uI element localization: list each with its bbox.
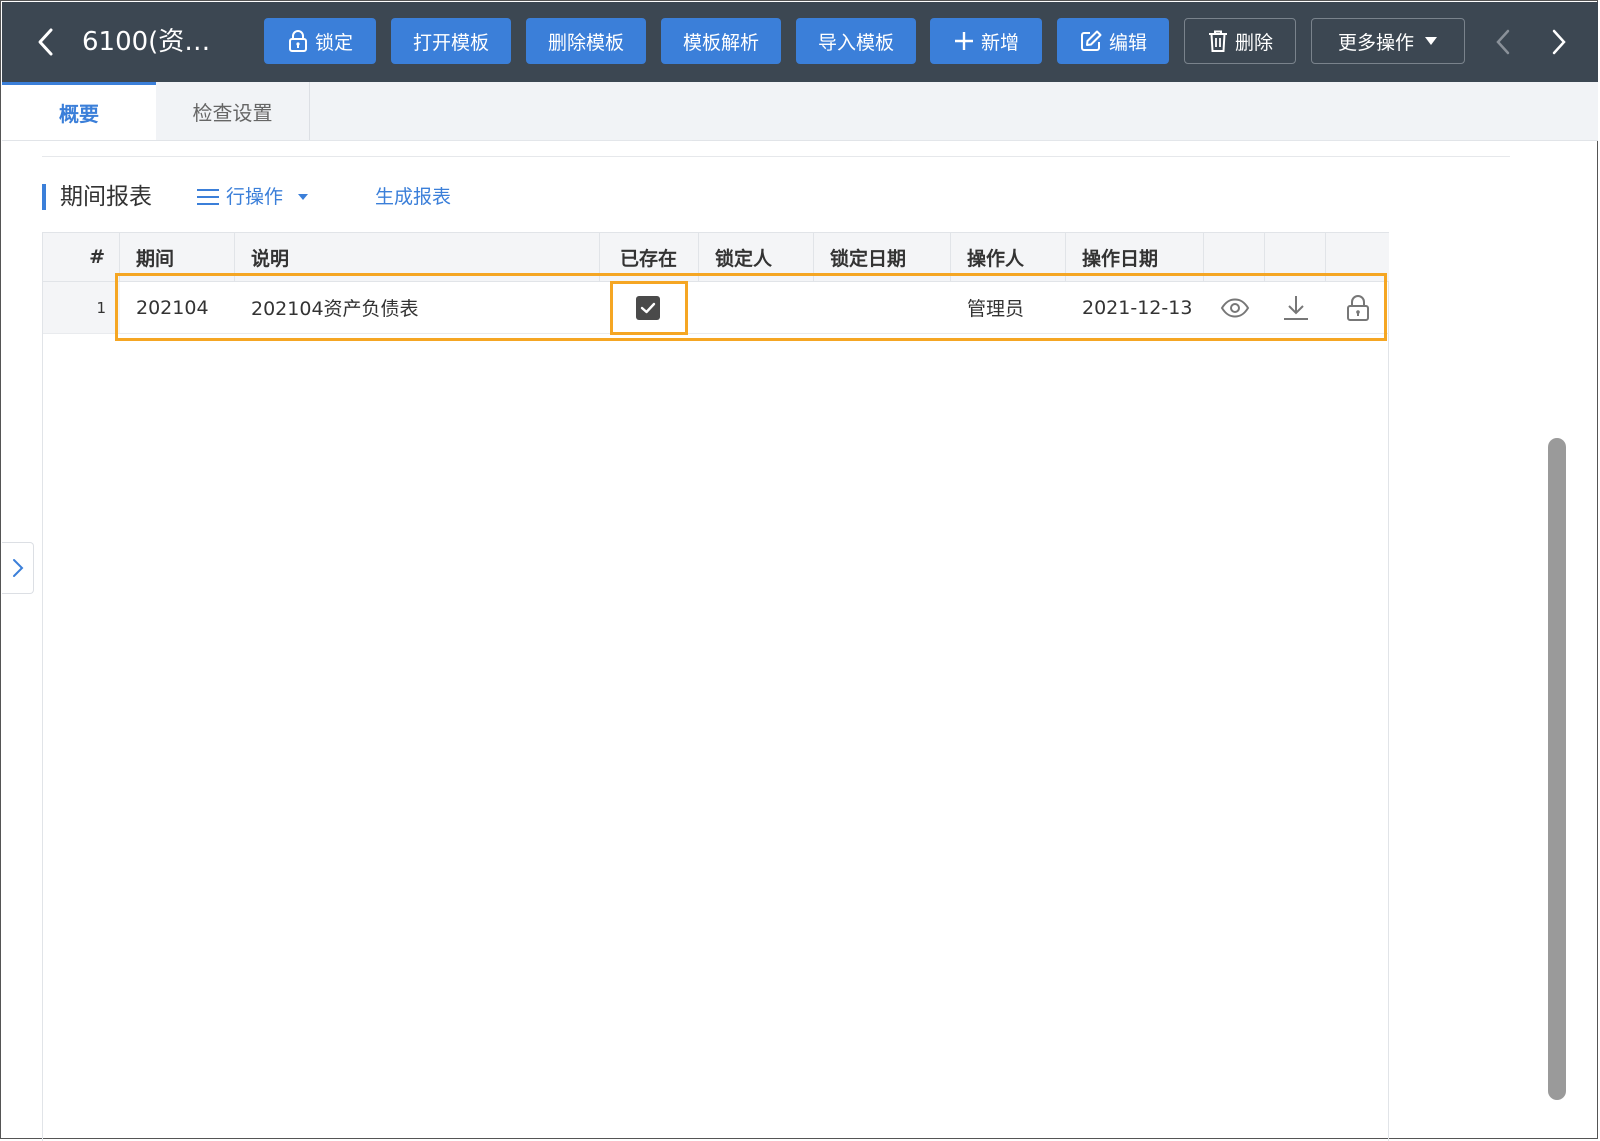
row-operations-dropdown[interactable]: 行操作 bbox=[196, 182, 309, 212]
col-header-period[interactable]: 期间 bbox=[120, 233, 235, 281]
checkmark-icon bbox=[640, 302, 656, 313]
trash-icon bbox=[1208, 30, 1227, 52]
prev-nav-button[interactable] bbox=[1488, 24, 1518, 60]
lock-button-label: 锁定 bbox=[314, 31, 353, 54]
tab-check-settings-label: 检查设置 bbox=[192, 100, 273, 125]
cell-lock-date bbox=[814, 282, 951, 333]
chevron-right-icon bbox=[12, 559, 23, 577]
tab-bar: 概要 检查设置 bbox=[2, 82, 1598, 141]
col-header-lock-user[interactable]: 锁定人 bbox=[699, 233, 814, 281]
cell-period: 202104 bbox=[136, 296, 209, 319]
menu-icon bbox=[197, 189, 219, 205]
cell-op-date: 2021-12-13 bbox=[1082, 296, 1193, 319]
more-actions-label: 更多操作 bbox=[1337, 31, 1414, 54]
section-title: 期间报表 bbox=[60, 184, 152, 210]
divider bbox=[42, 156, 1510, 157]
delete-template-label: 删除模板 bbox=[547, 31, 624, 54]
col-header-exists[interactable]: 已存在 bbox=[600, 233, 699, 281]
add-button-label: 新增 bbox=[980, 31, 1019, 54]
generate-report-link[interactable]: 生成报表 bbox=[375, 182, 451, 212]
document-title: 6100(资… bbox=[82, 27, 211, 57]
edit-button[interactable]: 编辑 bbox=[1057, 18, 1169, 64]
import-template-button[interactable]: 导入模板 bbox=[796, 18, 916, 64]
view-action[interactable] bbox=[1204, 282, 1265, 333]
tab-overview[interactable]: 概要 bbox=[2, 82, 156, 140]
back-button[interactable] bbox=[28, 24, 64, 60]
parse-template-button[interactable]: 模板解析 bbox=[661, 18, 781, 64]
plus-icon bbox=[954, 32, 973, 50]
divider bbox=[892, 140, 1390, 141]
divider bbox=[300, 140, 692, 141]
period-report-table: # 期间 说明 已存在 锁定人 锁定日期 操作人 操作日期 1 202104 2… bbox=[42, 232, 1389, 1141]
cell-description: 202104资产负债表 bbox=[251, 298, 419, 320]
table-header: # 期间 说明 已存在 锁定人 锁定日期 操作人 操作日期 bbox=[43, 232, 1389, 282]
lock-icon bbox=[288, 30, 307, 52]
lock-icon bbox=[1346, 294, 1369, 321]
open-template-label: 打开模板 bbox=[412, 31, 489, 54]
col-header-op-date[interactable]: 操作日期 bbox=[1066, 233, 1204, 281]
tab-overview-label: 概要 bbox=[59, 102, 99, 126]
table-row[interactable]: 1 202104 202104资产负债表 管理员 2021-12-13 bbox=[43, 282, 1389, 334]
download-action[interactable] bbox=[1265, 282, 1326, 333]
more-actions-dropdown[interactable]: 更多操作 bbox=[1311, 18, 1465, 64]
top-toolbar: 6100(资… 锁定 打开模板 删除模板 模板解析 导入模板 新增 编辑 删除 … bbox=[2, 2, 1598, 82]
cell-lock-user bbox=[699, 282, 814, 333]
col-header-action-lock bbox=[1326, 233, 1389, 281]
col-header-operator[interactable]: 操作人 bbox=[951, 233, 1066, 281]
chevron-left-icon bbox=[38, 28, 53, 56]
vertical-scrollbar-thumb[interactable] bbox=[1548, 438, 1566, 1100]
caret-down-icon bbox=[298, 194, 309, 200]
import-template-label: 导入模板 bbox=[817, 31, 894, 54]
next-nav-button[interactable] bbox=[1544, 24, 1574, 60]
row-index: 1 bbox=[43, 282, 120, 333]
col-header-action-download bbox=[1265, 233, 1326, 281]
col-header-index: # bbox=[43, 233, 120, 281]
col-header-description[interactable]: 说明 bbox=[235, 233, 600, 281]
chevron-left-icon bbox=[1496, 29, 1510, 55]
download-icon bbox=[1283, 295, 1308, 320]
delete-template-button[interactable]: 删除模板 bbox=[526, 18, 646, 64]
chevron-right-icon bbox=[1552, 29, 1566, 55]
add-button[interactable]: 新增 bbox=[930, 18, 1042, 64]
edit-icon bbox=[1080, 30, 1102, 51]
parse-template-label: 模板解析 bbox=[682, 31, 759, 54]
edit-button-label: 编辑 bbox=[1108, 31, 1147, 54]
lock-action[interactable] bbox=[1326, 282, 1389, 333]
section-accent-bar bbox=[42, 184, 46, 210]
row-operations-label: 行操作 bbox=[226, 186, 284, 208]
delete-button-label: 删除 bbox=[1234, 31, 1273, 54]
tab-check-settings[interactable]: 检查设置 bbox=[156, 82, 310, 140]
caret-down-icon bbox=[1425, 37, 1437, 45]
cell-operator: 管理员 bbox=[967, 298, 1025, 320]
delete-button[interactable]: 删除 bbox=[1184, 18, 1296, 64]
eye-icon bbox=[1220, 297, 1249, 318]
exists-checkbox[interactable] bbox=[636, 295, 660, 320]
lock-button[interactable]: 锁定 bbox=[264, 18, 376, 64]
col-header-lock-date[interactable]: 锁定日期 bbox=[814, 233, 951, 281]
open-template-button[interactable]: 打开模板 bbox=[391, 18, 511, 64]
col-header-action-view bbox=[1204, 233, 1265, 281]
side-panel-toggle[interactable] bbox=[2, 542, 34, 594]
cell-exists bbox=[600, 282, 699, 333]
